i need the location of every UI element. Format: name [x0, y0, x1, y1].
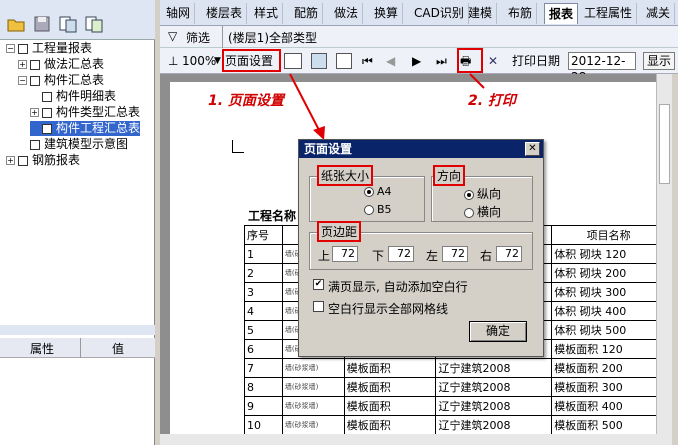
margin-top-input[interactable]: 72: [332, 246, 358, 262]
margins-label: 页边距: [317, 221, 362, 242]
radio-landscape[interactable]: [464, 207, 474, 218]
dialog-title: 页面设置: [299, 140, 543, 158]
arrow-line: [289, 73, 321, 133]
margin-left-label: 左: [426, 249, 439, 263]
arrow-line: [469, 73, 485, 89]
fill-rows-label: 满页显示, 自动添加空白行: [328, 280, 468, 294]
page-setup-dialog: 页面设置 ✕ A4 B5 纸张大小 纵向 横向 方向 上 72 下 72 左 7…: [298, 139, 544, 357]
close-icon[interactable]: ✕: [525, 142, 540, 156]
radio-b5[interactable]: [364, 205, 374, 215]
margin-bottom-label: 下: [372, 249, 385, 263]
orientation-landscape[interactable]: 横向: [464, 203, 501, 220]
grid-lines-label: 空白行显示全部网格线: [328, 302, 449, 316]
margin-right-input[interactable]: 72: [496, 246, 522, 262]
margin-left-input[interactable]: 72: [442, 246, 468, 262]
paper-size-label: 纸张大小: [317, 165, 374, 186]
radio-portrait[interactable]: [464, 189, 474, 200]
orientation-portrait[interactable]: 纵向: [464, 185, 501, 202]
grid-lines-checkbox[interactable]: [313, 301, 324, 312]
margin-top-label: 上: [318, 249, 331, 263]
radio-a4[interactable]: [364, 187, 374, 197]
paper-option-a4[interactable]: A4: [364, 185, 392, 198]
arrow-head: [313, 126, 325, 140]
paper-option-b5[interactable]: B5: [364, 203, 392, 216]
margin-right-label: 右: [480, 249, 493, 263]
fill-rows-checkbox[interactable]: ✔: [313, 279, 324, 290]
ok-button[interactable]: 确定: [469, 321, 527, 342]
orientation-label: 方向: [433, 165, 466, 186]
margin-bottom-input[interactable]: 72: [388, 246, 414, 262]
